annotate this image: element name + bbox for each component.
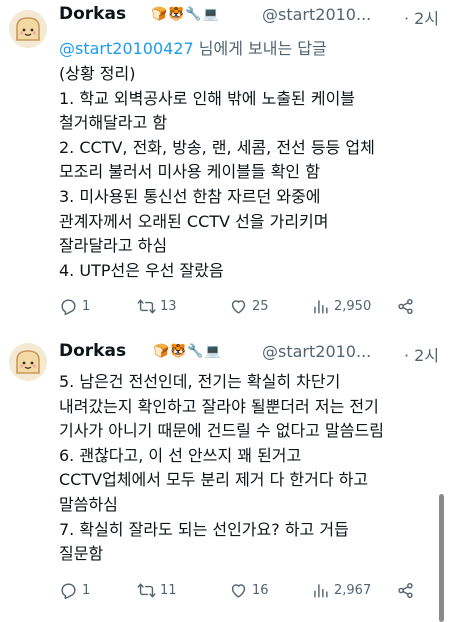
user-handle[interactable]: @start2010...: [262, 5, 371, 24]
tweet-text-line: 1. 학교 외벽공사로 인해 밖에 노출된 케이블: [59, 88, 356, 108]
tweet-text-line: 기사가 아니기 때문에 건드릴 수 없다고 말씀드림: [59, 421, 384, 441]
user-handle[interactable]: @start2010...: [262, 342, 371, 361]
tweet-actions: 1 13 25 2,950: [59, 297, 419, 317]
heart-icon: [231, 300, 246, 314]
timestamp[interactable]: · 2시: [404, 5, 439, 29]
tweet[interactable]: Dorkas 🍞🐯🔧💻 @start2010... · 2시 ⋮ @start2…: [0, 0, 473, 330]
avatar[interactable]: [9, 343, 47, 381]
name-badges: 🍞🐯🔧💻: [151, 7, 220, 22]
reply-count: 1: [82, 583, 91, 598]
avatar[interactable]: [9, 10, 47, 48]
share-icon: [398, 298, 413, 315]
like-button[interactable]: 16: [229, 581, 269, 600]
reply-icon: [61, 583, 76, 600]
retweet-button[interactable]: 13: [137, 297, 177, 316]
retweet-icon: [137, 299, 156, 314]
tweet-text-line: (상황 정리): [59, 64, 136, 83]
reply-to-handle-link[interactable]: @start20100427: [59, 39, 194, 58]
tweet-text-line: 6. 괜찮다고, 이 선 안쓰지 꽤 된거고: [59, 445, 302, 465]
views-button[interactable]: 2,967: [311, 581, 371, 600]
like-count: 25: [252, 299, 269, 314]
tweet-text-line: 4. UTP선은 우선 잘랐음: [59, 260, 224, 280]
scrollbar[interactable]: [439, 494, 444, 622]
tweet-text-line: 철거해달라고 함: [59, 113, 168, 133]
bread-avatar-icon: [9, 343, 47, 381]
retweet-count: 13: [160, 299, 177, 314]
name-badges: 🍞🐯🔧💻: [153, 344, 222, 359]
reply-icon: [61, 299, 76, 316]
like-button[interactable]: 25: [229, 297, 269, 316]
tweet-actions: 1 11 16 2,967: [59, 581, 419, 601]
tweet-text-line: 관계자께서 오래된 CCTV 선을 가리키며: [59, 211, 329, 231]
reply-to-suffix: 님에게 보내는 답글: [193, 39, 327, 58]
display-name[interactable]: Dorkas: [59, 4, 126, 24]
retweet-icon: [137, 583, 156, 598]
heart-icon: [231, 584, 246, 598]
tweet-text-line: 5. 남은건 전선인데, 전기는 확실히 차단기: [59, 372, 341, 391]
bread-avatar-icon: [9, 10, 47, 48]
share-icon: [398, 582, 413, 599]
views-button[interactable]: 2,950: [311, 297, 371, 316]
tweet-header: Dorkas 🍞🐯🔧💻 @start2010... · 2시 ⋮: [59, 341, 463, 365]
tweet-text: 5. 남은건 전선인데, 전기는 확실히 차단기 내려갔는지 확인하고 잘라야 …: [59, 370, 453, 567]
tweet-text-line: 모조리 불러서 미사용 케이블들 확인 함: [59, 162, 320, 182]
retweet-button[interactable]: 11: [137, 581, 177, 600]
reply-count: 1: [82, 299, 91, 314]
view-count: 2,967: [334, 583, 372, 598]
timestamp[interactable]: · 2시: [404, 342, 439, 366]
reply-button[interactable]: 1: [59, 581, 90, 600]
retweet-count: 11: [160, 583, 177, 598]
display-name[interactable]: Dorkas: [59, 341, 126, 361]
views-icon: [314, 300, 328, 314]
tweet-text-line: 3. 미사용된 통신선 한참 자르던 와중에: [59, 186, 321, 206]
reply-button[interactable]: 1: [59, 297, 90, 316]
view-count: 2,950: [334, 299, 372, 314]
views-icon: [314, 584, 328, 598]
tweet-text-line: CCTV업체에서 모두 분리 제거 다 한거다 하고: [59, 470, 369, 490]
tweet-text-line: 질문함: [59, 544, 104, 564]
tweet-text: (상황 정리) 1. 학교 외벽공사로 인해 밖에 노출된 케이블 철거해달라고…: [59, 62, 453, 283]
replying-to: @start20100427 님에게 보내는 답글: [59, 35, 327, 59]
tweet-text-line: 말씀하심: [59, 494, 118, 514]
like-count: 16: [252, 583, 269, 598]
share-button[interactable]: [396, 581, 415, 600]
tweet[interactable]: Dorkas 🍞🐯🔧💻 @start2010... · 2시 ⋮ 5. 남은건 …: [0, 330, 473, 622]
tweet-text-line: 7. 확실히 잘라도 되는 선인가요? 하고 거듭: [59, 519, 349, 539]
tweet-text-line: 잘라달라고 하심: [59, 236, 168, 256]
tweet-text-line: 내려갔는지 확인하고 잘라야 될뿐더러 저는 전기: [59, 396, 379, 416]
share-button[interactable]: [396, 297, 415, 316]
tweet-text-line: 2. CCTV, 전화, 방송, 랜, 세콤, 전선 등등 업체: [59, 137, 375, 157]
tweet-header: Dorkas 🍞🐯🔧💻 @start2010... · 2시 ⋮: [59, 4, 463, 28]
